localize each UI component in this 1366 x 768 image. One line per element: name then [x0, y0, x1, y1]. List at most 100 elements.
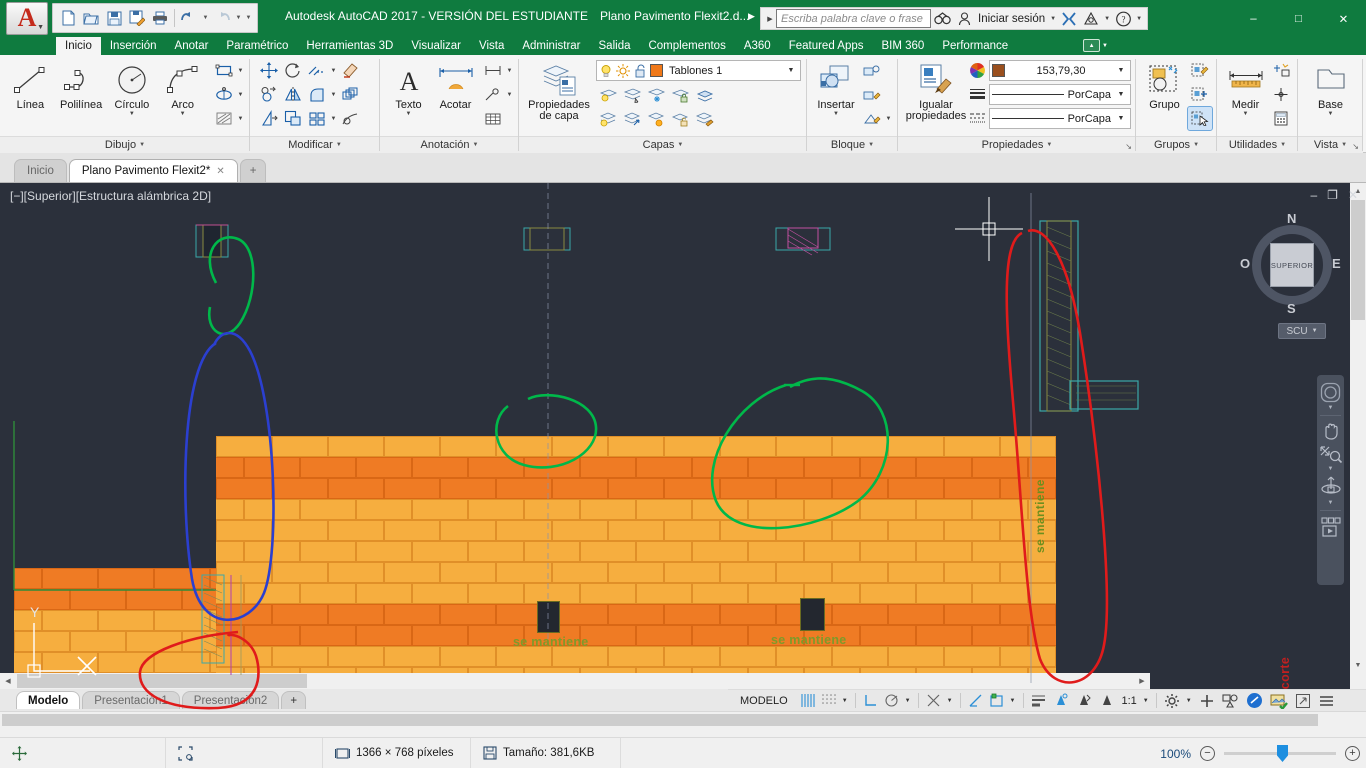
group-selection-icon[interactable] [1187, 106, 1213, 131]
auto-scale-icon[interactable] [1073, 691, 1095, 711]
line-button[interactable]: Línea [5, 58, 56, 111]
osnap-tracking-icon[interactable] [965, 691, 986, 711]
ellipse-icon[interactable] [212, 83, 236, 106]
tab-salida[interactable]: Salida [590, 37, 640, 55]
tab-herramientas-3d[interactable]: Herramientas 3D [297, 37, 402, 55]
isolate-objects-icon[interactable] [1219, 691, 1242, 711]
tab-vista[interactable]: Vista [470, 37, 513, 55]
edit-group-icon[interactable] [1188, 59, 1212, 82]
view-cube-west[interactable]: O [1240, 256, 1250, 271]
create-block-icon[interactable] [860, 59, 884, 82]
panel-vista-caption[interactable]: Vista ▼ ↘ [1298, 136, 1363, 153]
hatch-dropdown-icon[interactable]: ▼ [236, 107, 245, 130]
minimize-ribbon-icon[interactable]: ▲ [1083, 39, 1101, 52]
annotation-scale-icon[interactable] [1096, 691, 1118, 711]
polar-tracking-icon[interactable] [881, 691, 902, 711]
panel-grupos-caption[interactable]: Grupos ▼ [1136, 136, 1217, 153]
point-style-icon[interactable] [1269, 83, 1293, 106]
ellipse-dropdown-icon[interactable]: ▼ [236, 83, 245, 106]
zoom-extents-icon[interactable] [1319, 444, 1343, 464]
zoom-dropdown-icon[interactable]: ▼ [1328, 466, 1334, 472]
layout-tab-modelo[interactable]: Modelo [16, 691, 81, 709]
orbit-icon[interactable] [1319, 474, 1343, 498]
panel-utilidades-caption[interactable]: Utilidades ▼ [1217, 136, 1298, 153]
match-properties-button[interactable]: Igualar propiedades [903, 58, 969, 122]
group-button[interactable]: Grupo [1141, 58, 1188, 111]
measure-button[interactable]: Medir ▼ [1222, 58, 1269, 118]
zoom-slider[interactable] [1224, 745, 1336, 762]
leader-dropdown-icon[interactable]: ▼ [505, 83, 514, 106]
customization-icon[interactable] [1315, 691, 1338, 711]
panel-bloque-caption[interactable]: Bloque ▼ [807, 136, 898, 153]
layer-combo[interactable]: Tablones 1 ▼ [596, 60, 801, 81]
new-layout-button[interactable]: + [281, 691, 307, 709]
text-button[interactable]: A Texto ▼ [385, 58, 432, 118]
layer-color-swatch[interactable] [650, 64, 663, 77]
tab-featured-apps[interactable]: Featured Apps [780, 37, 873, 55]
trim-icon[interactable] [305, 59, 329, 82]
panel-anotacion-caption[interactable]: Anotación ▼ [380, 136, 519, 153]
explode-icon[interactable] [338, 107, 362, 130]
pan-tool[interactable] [0, 737, 166, 768]
lineweight-icon[interactable] [1028, 691, 1049, 711]
sign-in-dropdown-icon[interactable]: ▼ [1048, 16, 1058, 22]
tab-visualizar[interactable]: Visualizar [402, 37, 470, 55]
layer-match-icon[interactable] [692, 108, 716, 131]
pan-icon[interactable] [1319, 420, 1343, 442]
steering-wheel-dropdown-icon[interactable]: ▼ [1328, 405, 1334, 411]
measure-dropdown-icon[interactable]: ▼ [1243, 111, 1249, 118]
view-cube[interactable]: N S E O SUPERIOR [1240, 211, 1344, 317]
tab-parametrico[interactable]: Paramétrico [217, 37, 297, 55]
polyline-button[interactable]: Polilínea [56, 58, 107, 111]
arc-dropdown-icon[interactable]: ▼ [180, 111, 186, 118]
color-combo[interactable]: 153,79,30 ▼ [989, 60, 1131, 81]
bulb-icon[interactable] [599, 64, 613, 78]
viewport-label[interactable]: [−][Superior][Estructura alámbrica 2D] [10, 189, 211, 203]
chevron-down-icon[interactable]: ▼ [472, 142, 478, 148]
orbit-dropdown-icon[interactable]: ▼ [1328, 500, 1334, 506]
vertical-scroll-thumb[interactable] [1351, 200, 1365, 320]
viewport-restore-icon[interactable]: ❐ [1327, 189, 1338, 201]
panel-dialog-launcher[interactable]: ↘ [1125, 142, 1132, 151]
layer-merge-icon[interactable] [692, 84, 716, 107]
share-design-icon[interactable] [1080, 8, 1102, 29]
showmotion-icon[interactable] [1319, 515, 1343, 539]
trim-dropdown-icon[interactable]: ▼ [329, 59, 338, 82]
scale-icon[interactable] [281, 107, 305, 130]
quick-select-icon[interactable] [1269, 59, 1293, 82]
grid-display-icon[interactable] [797, 691, 818, 711]
undo-icon[interactable] [178, 6, 200, 30]
layout-tab-presentacion1[interactable]: Presentación1 [82, 691, 180, 709]
chevron-down-icon[interactable]: ▼ [336, 142, 342, 148]
search-input[interactable] [776, 9, 931, 28]
viewport-minimize-icon[interactable]: – [1310, 189, 1317, 201]
plot-icon[interactable] [149, 6, 171, 30]
layer-dropdown-icon[interactable]: ▼ [784, 67, 798, 74]
panel-propiedades-caption[interactable]: Propiedades ▼ ↘ [898, 136, 1136, 153]
attributes-dropdown-icon[interactable]: ▼ [884, 107, 893, 130]
array-dropdown-icon[interactable]: ▼ [329, 107, 338, 130]
help-dropdown-icon[interactable]: ▼ [1134, 16, 1144, 22]
table-icon[interactable] [481, 107, 505, 130]
layer-thaw-icon[interactable] [644, 108, 668, 131]
ortho-mode-icon[interactable] [860, 691, 881, 711]
linetype-icon[interactable] [969, 111, 986, 126]
clean-screen-icon[interactable] [1267, 691, 1291, 711]
open-file-icon[interactable] [80, 6, 102, 30]
panel-capas-caption[interactable]: Capas ▼ [519, 136, 807, 153]
tab-insercion[interactable]: Inserción [101, 37, 166, 55]
selection-tool[interactable] [166, 737, 323, 768]
chevron-down-icon[interactable]: ▼ [1341, 142, 1347, 148]
application-menu-button[interactable]: A ▼ [6, 2, 48, 35]
scroll-left-icon[interactable]: ◀ [0, 673, 16, 689]
circle-button[interactable]: Círculo ▼ [107, 58, 158, 118]
viewer-scroll-thumb[interactable] [2, 714, 1318, 726]
chevron-down-icon[interactable]: ▼ [1046, 142, 1052, 148]
share-dropdown-icon[interactable]: ▼ [1102, 16, 1112, 22]
annotation-visibility-icon[interactable] [1050, 691, 1072, 711]
file-tab-plano-pavimento[interactable]: Plano Pavimento Flexit2* ✕ [68, 159, 238, 182]
view-cube-south[interactable]: S [1287, 301, 1296, 316]
chevron-down-icon[interactable]: ▼ [677, 142, 683, 148]
chevron-down-icon[interactable]: ▼ [1193, 142, 1199, 148]
redo-dropdown-icon[interactable]: ▼ [234, 6, 243, 30]
